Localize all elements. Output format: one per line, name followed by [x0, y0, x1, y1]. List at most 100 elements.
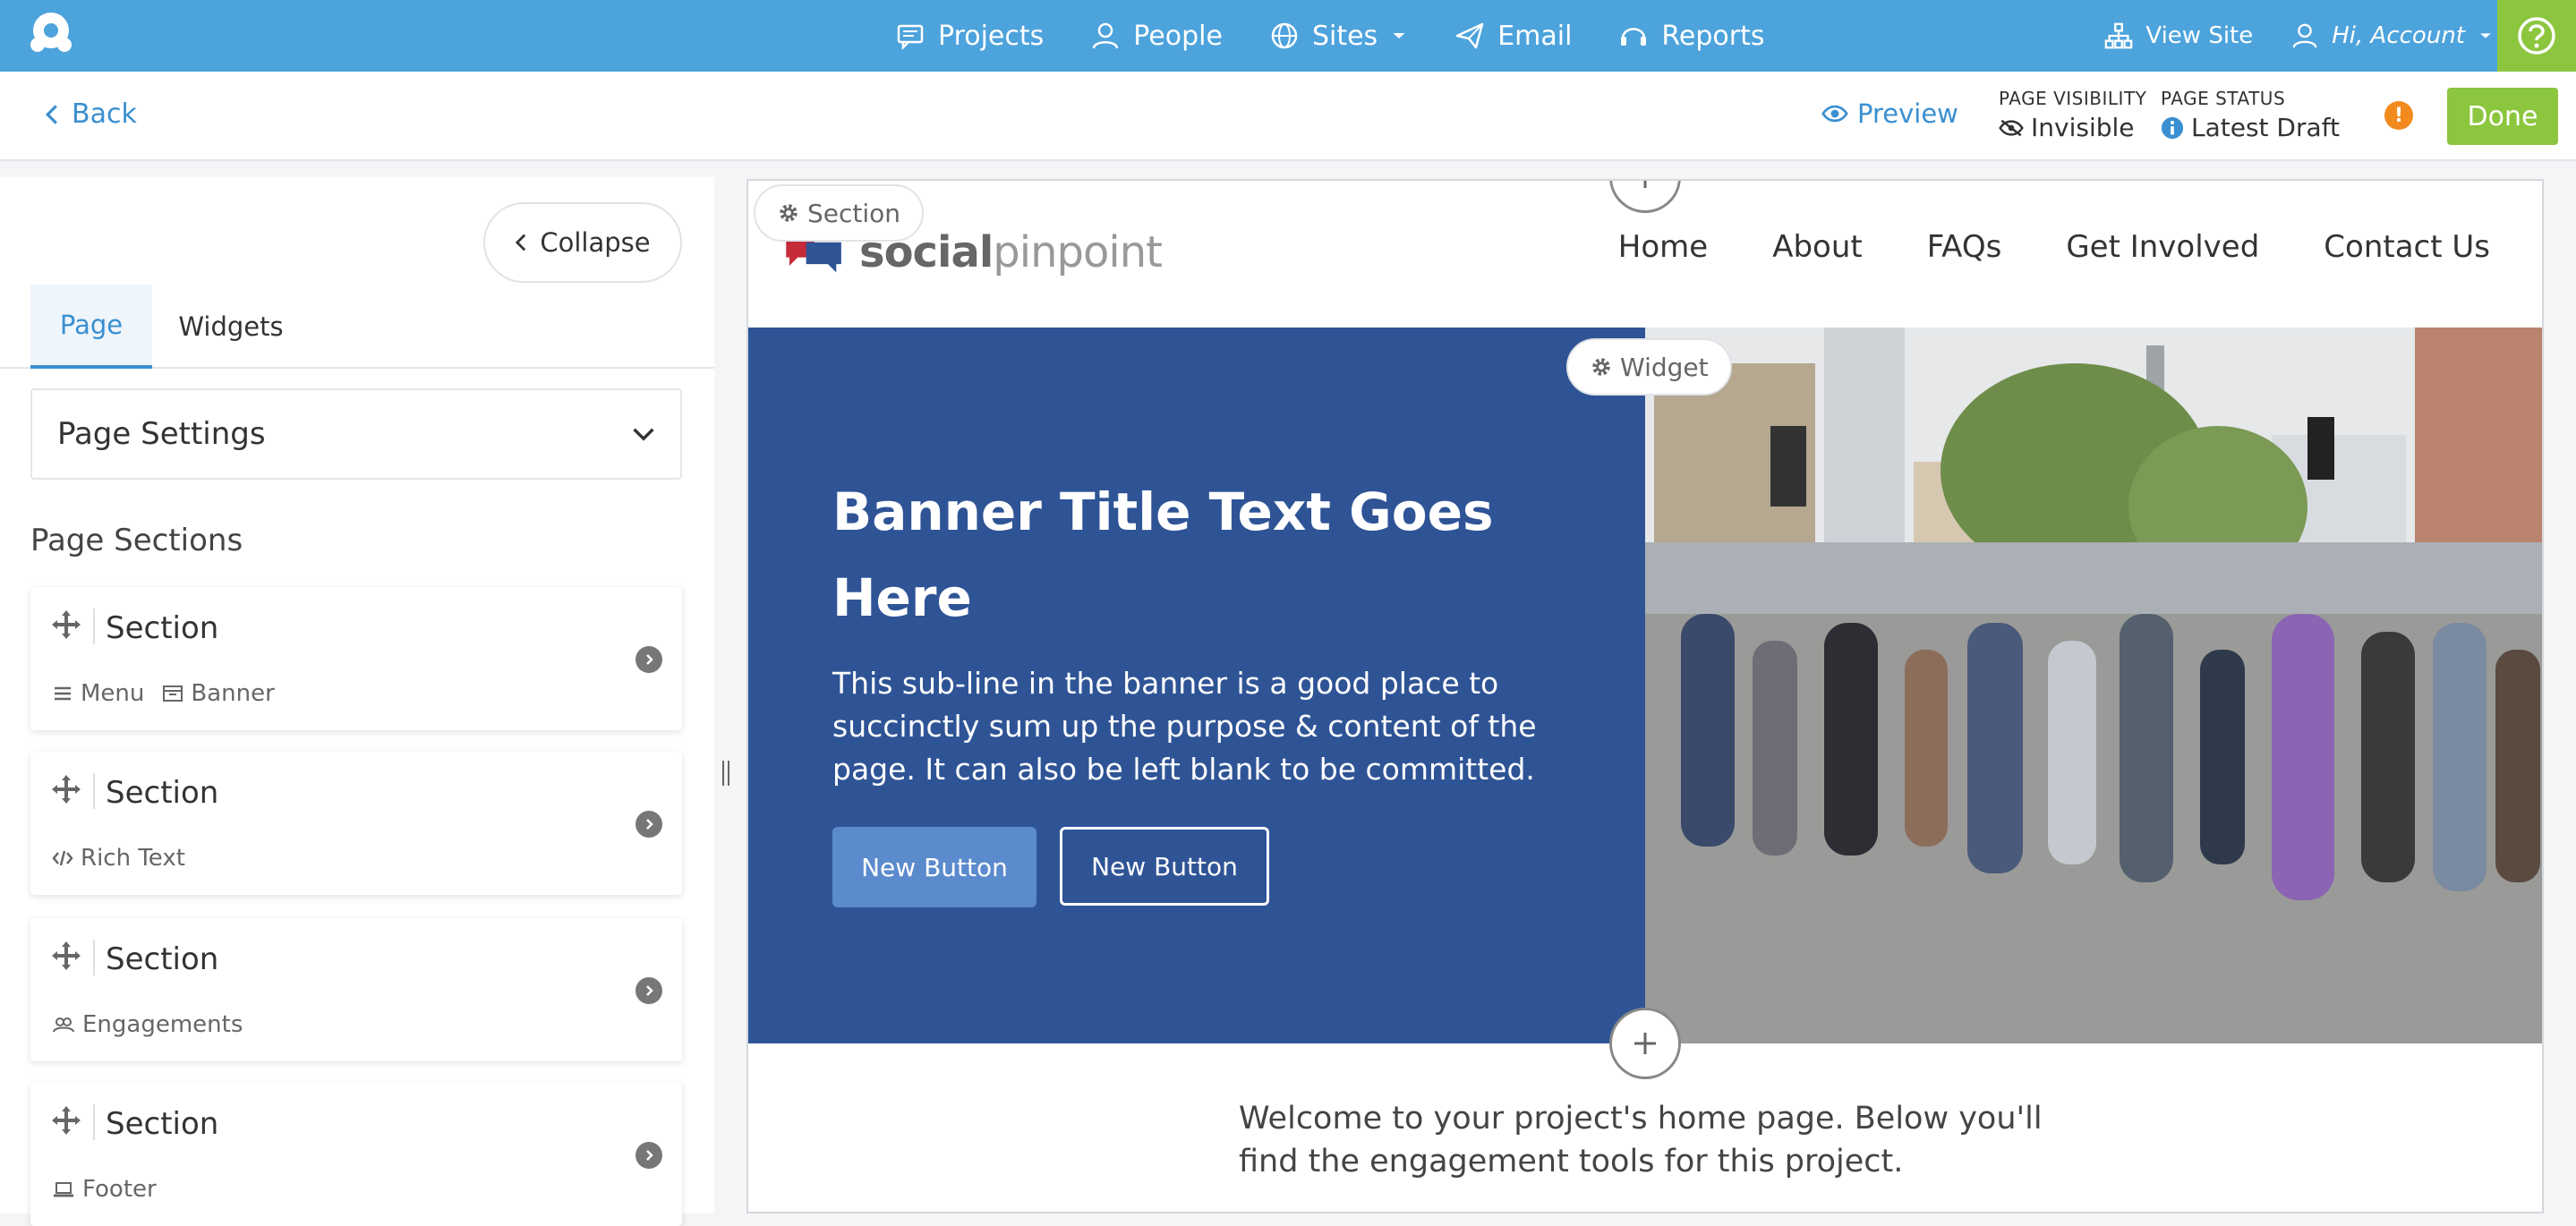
- page-visibility[interactable]: PAGE VISIBILITY Invisible: [1999, 88, 2146, 142]
- nav-email[interactable]: Email: [1454, 21, 1572, 52]
- back-link[interactable]: Back: [45, 98, 137, 130]
- section-card[interactable]: Section Menu Banner: [30, 587, 682, 730]
- section-title: Section: [106, 1106, 219, 1142]
- site-nav: Home About FAQs Get Involved Contact Us: [1618, 229, 2490, 265]
- headset-icon: [1621, 28, 1647, 46]
- globe-icon: [1271, 22, 1298, 49]
- help-button[interactable]: [2497, 0, 2576, 72]
- sitemap-icon: [2105, 22, 2133, 49]
- divider: [93, 773, 95, 809]
- page-settings-label: Page Settings: [57, 416, 266, 452]
- widget-settings-pill[interactable]: Widget: [1566, 338, 1732, 396]
- panel-resize-handle[interactable]: [720, 759, 732, 788]
- site-nav-home[interactable]: Home: [1618, 229, 1708, 265]
- caret-down-icon: [2480, 33, 2491, 38]
- nav-sites[interactable]: Sites: [1269, 21, 1408, 52]
- banner-icon: [163, 685, 183, 702]
- site-nav-faqs[interactable]: FAQs: [1927, 229, 2002, 265]
- nav-reports[interactable]: Reports: [1618, 20, 1765, 52]
- section-settings-pill[interactable]: Section: [754, 184, 925, 242]
- section-tag: Footer: [52, 1176, 157, 1203]
- page-settings-accordion[interactable]: Page Settings: [30, 388, 682, 480]
- section-tag-label: Footer: [82, 1176, 157, 1203]
- menu-icon: [55, 686, 71, 701]
- site-nav-contact-us[interactable]: Contact Us: [2324, 229, 2490, 265]
- top-navigation-bar: Projects People Sites Email Reports View…: [0, 0, 2576, 72]
- page-visibility-value: Invisible: [2031, 113, 2135, 142]
- section-tag: Menu: [52, 680, 144, 707]
- warning-icon[interactable]: !: [2384, 101, 2413, 130]
- site-nav-about[interactable]: About: [1772, 229, 1863, 265]
- page-status[interactable]: PAGE STATUS Latest Draft: [2161, 88, 2340, 142]
- divider: [93, 1104, 95, 1140]
- move-icon[interactable]: [50, 773, 82, 805]
- nav-projects-label: Projects: [938, 20, 1045, 52]
- section-tag: Rich Text: [52, 845, 185, 872]
- section-tag: Banner: [162, 680, 275, 707]
- section-open-button[interactable]: [635, 977, 662, 1004]
- eye-icon: [1821, 105, 1848, 123]
- back-label: Back: [72, 98, 137, 130]
- app-logo-icon[interactable]: [23, 9, 79, 61]
- message-icon: [897, 24, 924, 51]
- chevron-right-icon: [646, 985, 653, 996]
- section-tag-label: Rich Text: [81, 845, 185, 872]
- move-icon[interactable]: [50, 940, 82, 972]
- chevron-down-icon: [633, 428, 654, 441]
- chevron-right-icon: [646, 819, 653, 830]
- top-right-actions: View Site Hi, Account: [2104, 0, 2494, 72]
- move-icon[interactable]: [50, 1104, 82, 1137]
- view-site-label: View Site: [2145, 22, 2254, 49]
- chevron-left-icon: [45, 104, 57, 124]
- page-sections-heading: Page Sections: [30, 523, 243, 558]
- nav-reports-label: Reports: [1661, 20, 1765, 52]
- section-tag-label: Engagements: [82, 1011, 243, 1038]
- resize-icon: [722, 761, 729, 786]
- nav-email-label: Email: [1497, 20, 1573, 52]
- gear-icon: [1592, 358, 1610, 376]
- section-title: Section: [106, 941, 219, 977]
- collapse-label: Collapse: [540, 227, 651, 258]
- banner-primary-button[interactable]: New Button: [832, 827, 1036, 907]
- plus-icon: [1643, 181, 1647, 188]
- section-pill-label: Section: [807, 198, 901, 228]
- chevron-right-icon: [646, 1150, 653, 1161]
- preview-label: Preview: [1857, 98, 1958, 129]
- account-menu[interactable]: Hi, Account: [2290, 21, 2494, 50]
- section-card[interactable]: Section Footer: [30, 1083, 682, 1226]
- preview-link[interactable]: Preview: [1821, 98, 1958, 129]
- nav-sites-label: Sites: [1311, 20, 1378, 52]
- section-open-button[interactable]: [635, 646, 662, 673]
- nav-people[interactable]: People: [1090, 21, 1223, 52]
- section-tag: Engagements: [52, 1011, 243, 1038]
- plus-icon: [1634, 1033, 1656, 1054]
- section-card[interactable]: Section Engagements: [30, 918, 682, 1061]
- brand-light: pinpoint: [993, 227, 1163, 277]
- nav-people-label: People: [1133, 20, 1223, 52]
- section-card[interactable]: Section Rich Text: [30, 752, 682, 895]
- editor-toolbar: Back Preview PAGE VISIBILITY Invisible P…: [0, 72, 2576, 161]
- site-nav-get-involved[interactable]: Get Involved: [2066, 229, 2259, 265]
- tab-page[interactable]: Page: [30, 285, 152, 369]
- account-label: Hi, Account: [2332, 22, 2465, 49]
- section-open-button[interactable]: [635, 1142, 662, 1169]
- add-section-below-button[interactable]: [1609, 1008, 1681, 1079]
- user-icon: [2292, 23, 2317, 48]
- page-visibility-label: PAGE VISIBILITY: [1999, 88, 2147, 109]
- tab-widgets[interactable]: Widgets: [170, 285, 292, 369]
- banner-secondary-button[interactable]: New Button: [1060, 827, 1269, 906]
- nav-projects[interactable]: Projects: [895, 21, 1044, 52]
- collapse-button[interactable]: Collapse: [483, 202, 682, 283]
- paper-plane-icon: [1455, 22, 1484, 49]
- welcome-text[interactable]: Welcome to your project's home page. Bel…: [1239, 1097, 2062, 1183]
- section-open-button[interactable]: [635, 811, 662, 838]
- section-title: Section: [106, 775, 219, 811]
- page-status-label: PAGE STATUS: [2161, 88, 2286, 109]
- banner-text-area[interactable]: Banner Title Text Goes Here This sub-lin…: [748, 328, 1645, 1043]
- done-button[interactable]: Done: [2447, 88, 2558, 145]
- chevron-right-icon: [646, 654, 653, 665]
- move-icon[interactable]: [50, 609, 82, 641]
- page-canvas: socialpinpoint Home About FAQs Get Invol…: [746, 179, 2544, 1213]
- view-site-link[interactable]: View Site: [2104, 21, 2253, 50]
- section-tag-label: Banner: [191, 680, 275, 707]
